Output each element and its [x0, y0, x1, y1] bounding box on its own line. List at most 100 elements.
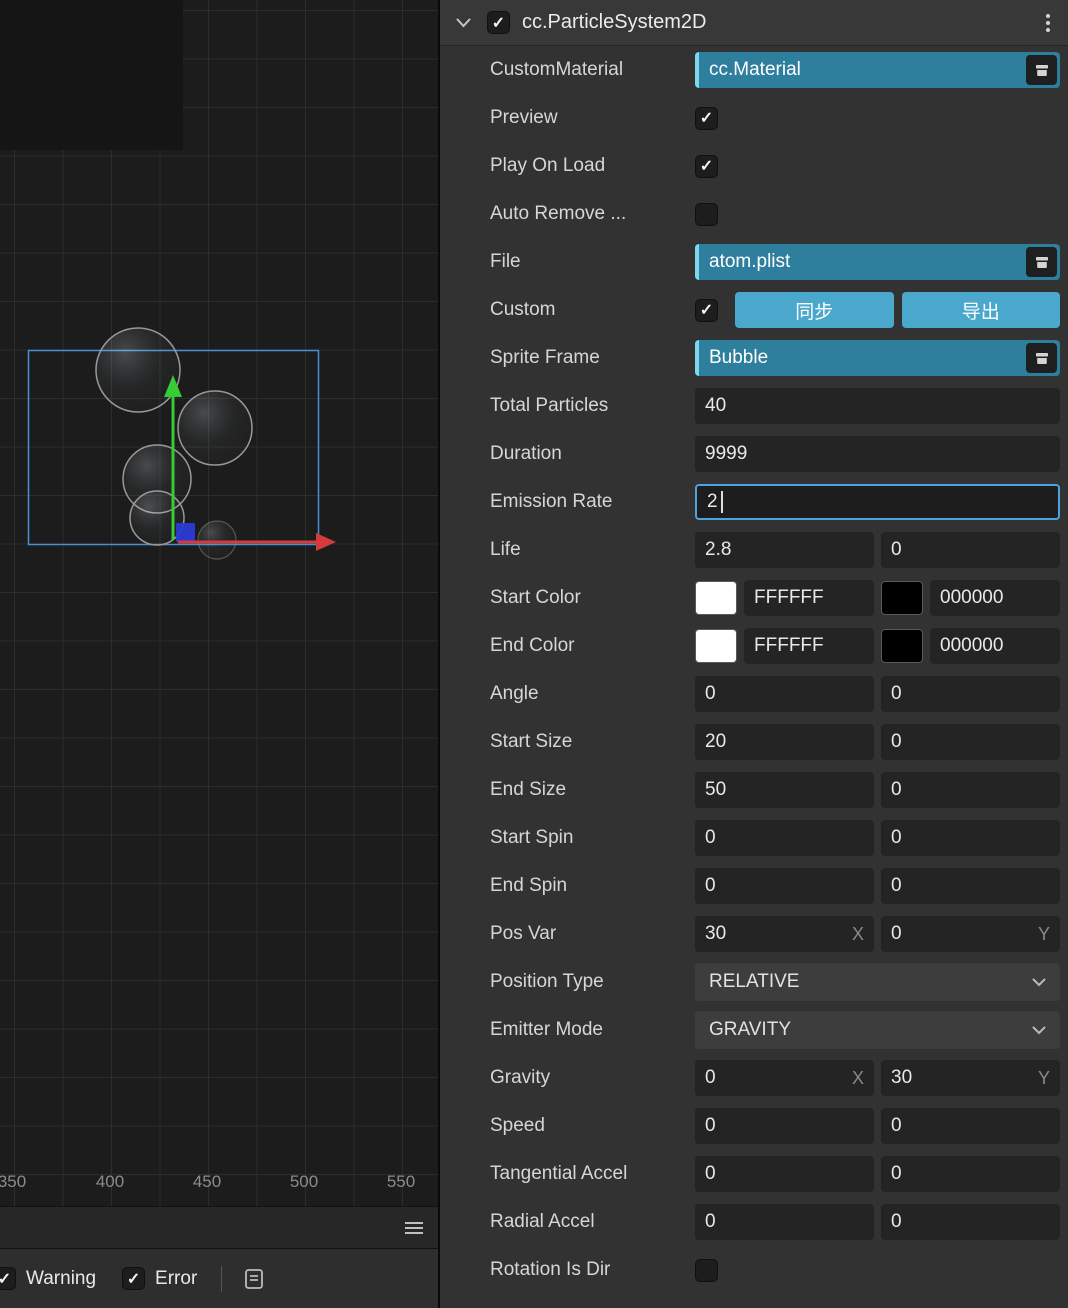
chevron-down-icon[interactable]	[456, 18, 471, 28]
auto-remove-checkbox[interactable]	[695, 202, 718, 226]
end-color-hex-input[interactable]	[754, 635, 864, 657]
gravity-y-input[interactable]	[891, 1067, 1032, 1089]
sprite-frame-asset-field[interactable]: Bubble	[695, 340, 1060, 376]
duration-input[interactable]	[705, 443, 1050, 465]
custom-checkbox[interactable]: ✓	[695, 298, 718, 322]
gizmo-plane-handle[interactable]	[176, 523, 195, 542]
bubble-sprite[interactable]	[177, 390, 253, 466]
row-sprite-frame: Sprite Frame Bubble	[440, 334, 1068, 382]
field-label: CustomMaterial	[490, 59, 624, 80]
field-label: Life	[490, 539, 521, 560]
row-start-color: Start Color	[440, 574, 1068, 622]
field-label: Radial Accel	[490, 1211, 595, 1232]
start-size-input[interactable]	[705, 731, 864, 753]
custom-material-asset-field[interactable]: cc.Material	[695, 52, 1060, 88]
field-label: Preview	[490, 107, 558, 128]
export-button[interactable]: 导出	[901, 292, 1060, 328]
field-label: Tangential Accel	[490, 1163, 628, 1184]
x-axis-suffix: X	[851, 1067, 864, 1088]
speed-variance-input[interactable]	[891, 1115, 1050, 1137]
end-color-swatch[interactable]	[695, 629, 737, 663]
asset-picker-icon[interactable]	[1026, 55, 1057, 85]
asset-value: Bubble	[709, 347, 769, 368]
warning-filter-label: Warning	[26, 1267, 97, 1289]
pos-var-y-input[interactable]	[891, 923, 1032, 945]
console-statusbar: ✓ Warning ✓ Error	[0, 1248, 438, 1308]
start-color-swatch[interactable]	[695, 581, 737, 615]
radial-accel-variance-input[interactable]	[891, 1211, 1050, 1233]
log-file-icon[interactable]	[244, 1268, 264, 1290]
life-variance-input[interactable]	[891, 539, 1050, 561]
sync-button[interactable]: 同步	[735, 292, 894, 328]
row-custom: Custom ✓ 同步 导出	[440, 286, 1068, 334]
check-icon: ✓	[699, 158, 714, 175]
start-color-hex-input[interactable]	[754, 587, 864, 609]
angle-variance-input[interactable]	[891, 683, 1050, 705]
total-particles-input[interactable]	[705, 395, 1050, 417]
pos-var-x-input[interactable]	[705, 923, 846, 945]
check-icon: ✓	[699, 302, 714, 319]
start-spin-variance-input[interactable]	[891, 827, 1050, 849]
play-on-load-checkbox[interactable]: ✓	[695, 154, 718, 178]
tangential-accel-variance-input[interactable]	[891, 1163, 1050, 1185]
asset-value: cc.Material	[709, 59, 801, 80]
row-angle: Angle	[440, 670, 1068, 718]
start-color-variance-hex-input[interactable]	[940, 587, 1050, 609]
bubble-sprite[interactable]	[197, 520, 237, 560]
asset-picker-icon[interactable]	[1026, 247, 1057, 277]
gizmo-x-arrow[interactable]	[316, 533, 336, 551]
warning-filter-checkbox[interactable]: ✓	[0, 1267, 16, 1290]
emitter-mode-select[interactable]: GRAVITY	[695, 1011, 1060, 1049]
error-filter-checkbox[interactable]: ✓	[122, 1267, 146, 1290]
hamburger-menu-icon[interactable]	[404, 1221, 424, 1235]
end-spin-input[interactable]	[705, 875, 864, 897]
end-spin-variance-input[interactable]	[891, 875, 1050, 897]
field-label: Start Spin	[490, 827, 574, 848]
speed-input[interactable]	[705, 1115, 864, 1137]
life-input[interactable]	[705, 539, 864, 561]
chevron-down-icon	[1032, 1026, 1046, 1035]
gravity-x-input[interactable]	[705, 1067, 846, 1089]
x-axis-suffix: X	[851, 923, 864, 944]
row-emitter-mode: Emitter Mode GRAVITY	[440, 1006, 1068, 1054]
start-color-variance-swatch[interactable]	[881, 581, 923, 615]
ruler-label: 450	[192, 1172, 222, 1191]
file-asset-field[interactable]: atom.plist	[695, 244, 1060, 280]
row-duration: Duration	[440, 430, 1068, 478]
bubble-sprite[interactable]	[129, 490, 185, 546]
field-label: End Color	[490, 635, 575, 656]
field-label: End Spin	[490, 875, 568, 896]
preview-checkbox[interactable]: ✓	[695, 106, 718, 130]
field-label: Custom	[490, 299, 556, 320]
field-label: Start Size	[490, 731, 573, 752]
row-rotation-is-dir: Rotation Is Dir	[440, 1246, 1068, 1294]
rotation-is-dir-checkbox[interactable]	[695, 1258, 718, 1282]
kebab-menu-icon[interactable]	[1046, 13, 1050, 32]
row-play-on-load: Play On Load ✓	[440, 142, 1068, 190]
row-total-particles: Total Particles	[440, 382, 1068, 430]
emission-rate-input[interactable]	[707, 491, 721, 513]
bubble-sprite[interactable]	[95, 327, 181, 413]
asset-picker-icon[interactable]	[1026, 343, 1057, 373]
field-label: Duration	[490, 443, 562, 464]
end-color-variance-hex-input[interactable]	[940, 635, 1050, 657]
y-axis-suffix: Y	[1037, 1067, 1050, 1088]
angle-input[interactable]	[705, 683, 864, 705]
emission-rate-field-focused[interactable]	[695, 484, 1060, 520]
start-size-variance-input[interactable]	[891, 731, 1050, 753]
row-end-color: End Color	[440, 622, 1068, 670]
component-enabled-checkbox[interactable]: ✓	[487, 11, 510, 34]
check-icon: ✓	[0, 1270, 12, 1288]
tangential-accel-input[interactable]	[705, 1163, 864, 1185]
scene-view[interactable]: 350 400 450 500 550 ✓ Warning ✓ Error	[0, 0, 438, 1308]
start-spin-input[interactable]	[705, 827, 864, 849]
component-header[interactable]: ✓ cc.ParticleSystem2D	[440, 0, 1068, 46]
end-size-input[interactable]	[705, 779, 864, 801]
position-type-select[interactable]: RELATIVE	[695, 963, 1060, 1001]
end-size-variance-input[interactable]	[891, 779, 1050, 801]
field-label: Speed	[490, 1115, 545, 1136]
ruler-label: 400	[95, 1172, 125, 1191]
field-label: Start Color	[490, 587, 581, 608]
radial-accel-input[interactable]	[705, 1211, 864, 1233]
end-color-variance-swatch[interactable]	[881, 629, 923, 663]
